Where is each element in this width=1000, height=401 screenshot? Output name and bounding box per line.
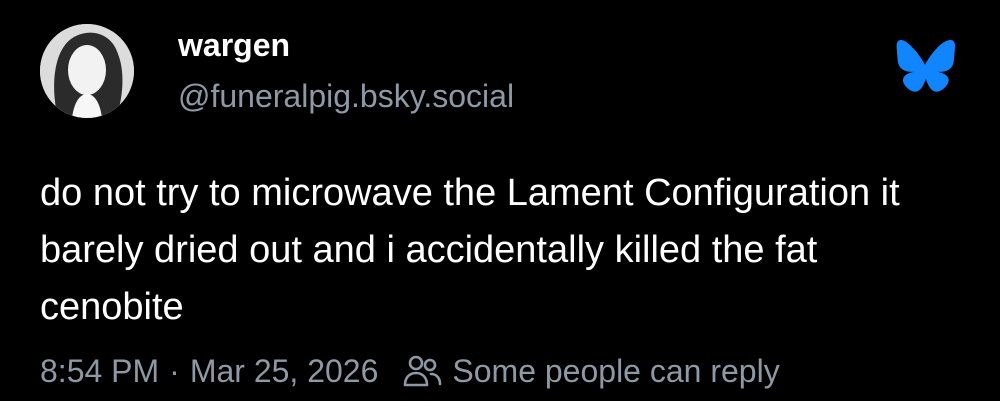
meta-separator: · [169, 352, 180, 389]
post-card: wargen @funeralpig.bsky.social do not tr… [0, 0, 1000, 401]
people-icon [402, 354, 442, 388]
bluesky-butterfly-icon [895, 39, 955, 94]
avatar-photo [40, 24, 134, 118]
reply-setting[interactable]: Some people can reply [452, 353, 779, 390]
post-date[interactable]: Mar 25, 2026 [190, 353, 379, 390]
post-text: do not try to microwave the Lament Confi… [40, 172, 900, 328]
author-handle[interactable]: @funeralpig.bsky.social [178, 76, 514, 116]
author-avatar[interactable] [40, 24, 134, 118]
post-meta: 8:54 PM · Mar 25, 2026 Some people can r… [40, 349, 780, 393]
author-display-name[interactable]: wargen [178, 26, 290, 64]
post-time[interactable]: 8:54 PM [40, 353, 159, 390]
